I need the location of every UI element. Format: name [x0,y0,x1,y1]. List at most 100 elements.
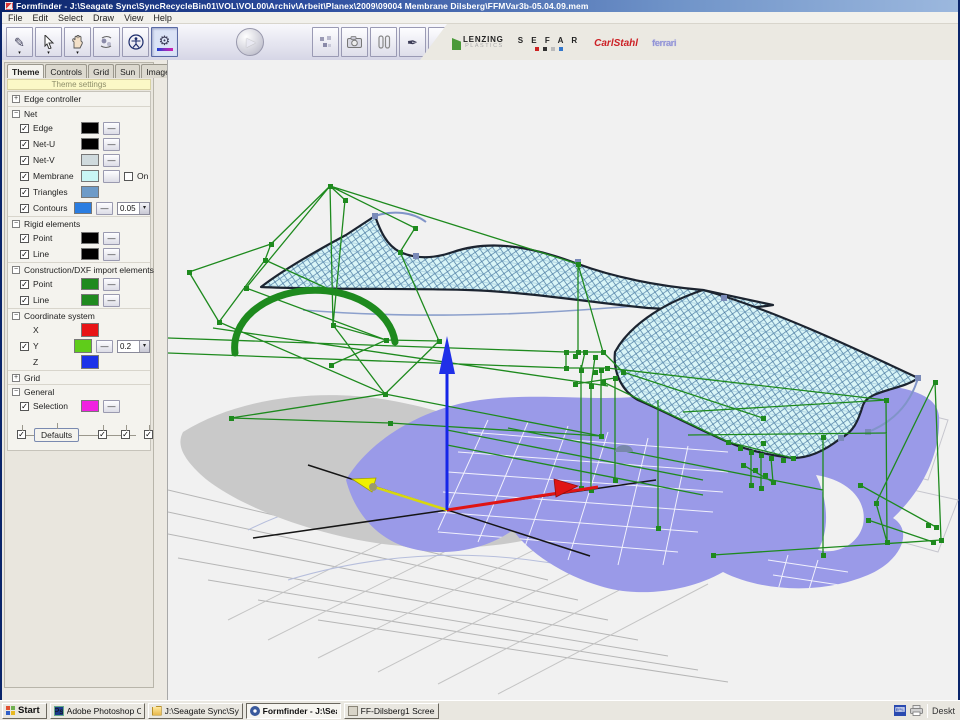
expand-icon[interactable]: + [12,95,20,103]
membrane-checkbox[interactable] [20,172,29,181]
apply-checkbox-3[interactable] [121,430,130,439]
collapse-icon[interactable]: − [12,312,20,320]
columns-tool-button[interactable] [370,27,397,57]
row-triangles: Triangles [8,184,150,200]
viewport-3d-scene[interactable] [168,60,960,700]
membrane-on-checkbox[interactable] [124,172,133,181]
axis-z-color-swatch[interactable] [81,355,99,369]
section-coordinate-system[interactable]: − Coordinate system [8,308,150,322]
viewport-3d[interactable] [167,60,958,700]
dxf-line-color-swatch[interactable] [81,294,99,306]
edge-color-swatch[interactable] [81,122,99,134]
titlebar[interactable]: Formfinder - J:\Seagate Sync\SyncRecycle… [2,0,958,12]
taskbar-item-explorer[interactable]: J:\Seagate Sync\SyncRe... [148,703,243,719]
rigid-line-style-button[interactable]: — [103,248,120,261]
membrane-color-swatch[interactable] [81,170,99,182]
apply-checkbox-1[interactable] [17,430,26,439]
tab-theme[interactable]: Theme [7,64,44,78]
defaults-button[interactable]: Defaults [34,428,79,442]
triangles-checkbox[interactable] [20,188,29,197]
net-v-checkbox[interactable] [20,156,29,165]
dxf-point-color-swatch[interactable] [81,278,99,290]
net-v-linestyle-button[interactable]: — [103,154,120,167]
section-grid[interactable]: + Grid [8,370,150,384]
edge-linestyle-button[interactable]: — [103,122,120,135]
contours-color-swatch[interactable] [74,202,92,214]
taskbar-item-photoshop[interactable]: Ps Adobe Photoshop CS3 E... [50,703,145,719]
section-net[interactable]: − Net [8,106,150,120]
axis-y-size-dropdown[interactable]: 0.2 ▾ [117,340,150,353]
keyboard-layout-icon[interactable]: ⌨ [894,705,906,716]
collapse-icon[interactable]: − [12,220,20,228]
axis-y-color-swatch[interactable] [74,339,92,353]
euro-icon: € [438,36,445,49]
section-construction-dxf[interactable]: − Construction/DXF import elements [8,262,150,276]
rigid-point-color-swatch[interactable] [81,232,99,244]
edge-checkbox[interactable] [20,124,29,133]
triangles-color-swatch[interactable] [81,186,99,198]
tab-sun[interactable]: Sun [115,64,140,78]
orbit-tool-button[interactable] [93,27,120,57]
collapse-icon[interactable]: − [12,388,20,396]
model-view-button[interactable] [122,27,149,57]
collapse-icon[interactable]: − [12,266,20,274]
taskbar-item-screenshot[interactable]: FF-Dilsberg1 Screenshot ... [344,703,439,719]
section-edge-controller[interactable]: + Edge controller [8,92,150,106]
row-edge: Edge — [8,120,150,136]
dxf-line-checkbox[interactable] [20,296,29,305]
menu-edit[interactable]: Edit [33,13,49,23]
selection-checkbox[interactable] [20,402,29,411]
desktop-toolbar-label[interactable]: Deskt [932,706,958,716]
menu-draw[interactable]: Draw [93,13,114,23]
membrane-style-button[interactable] [103,170,120,183]
row-dxf-point: Point — [8,276,150,292]
draw-tool-button[interactable]: ✎ ▾ [6,27,33,57]
contours-checkbox[interactable] [20,204,29,213]
axis-x-color-swatch[interactable] [81,323,99,337]
pan-tool-button[interactable]: ▾ [64,27,91,57]
row-net-u: Net-U — [8,136,150,152]
rigid-point-style-button[interactable]: — [103,232,120,245]
cost-calculation-button[interactable]: € [428,27,455,57]
select-tool-button[interactable]: ▾ [35,27,62,57]
snapshot-button[interactable] [341,27,368,57]
net-v-color-swatch[interactable] [81,154,99,166]
theme-settings-button[interactable]: ⚙ [151,27,178,57]
tab-grid[interactable]: Grid [88,64,114,78]
tab-controls[interactable]: Controls [45,64,87,78]
net-u-checkbox[interactable] [20,140,29,149]
rigid-point-checkbox[interactable] [20,234,29,243]
sefar-squares [518,47,580,51]
menu-file[interactable]: File [8,13,23,23]
menu-help[interactable]: Help [153,13,172,23]
start-button[interactable]: Start [2,703,47,719]
section-general[interactable]: − General [8,384,150,398]
apply-checkbox-4[interactable] [144,430,153,439]
menu-select[interactable]: Select [58,13,83,23]
points-tool-button[interactable] [312,27,339,57]
axis-y-checkbox[interactable] [20,342,29,351]
net-u-color-swatch[interactable] [81,138,99,150]
contours-linestyle-button[interactable]: — [96,202,113,215]
rigid-line-color-swatch[interactable] [81,248,99,260]
run-formfinding-button[interactable]: ▶ [236,28,264,56]
contours-interval-dropdown[interactable]: 0.05 ▾ [117,202,150,215]
row-axis-y: Y — 0.2 ▾ [8,338,150,354]
selection-color-swatch[interactable] [81,400,99,412]
menu-view[interactable]: View [124,13,143,23]
printer-icon[interactable] [910,705,923,716]
dxf-point-checkbox[interactable] [20,280,29,289]
lenzing-mark-icon [452,38,461,50]
expand-icon[interactable]: + [12,374,20,382]
apply-checkbox-2[interactable] [98,430,107,439]
dxf-line-style-button[interactable]: — [103,294,120,307]
sketch-tool-button[interactable]: ✒ [399,27,426,57]
dxf-point-style-button[interactable]: — [103,278,120,291]
axis-y-style-button[interactable]: — [96,340,113,353]
net-u-linestyle-button[interactable]: — [103,138,120,151]
collapse-icon[interactable]: − [12,110,20,118]
rigid-line-checkbox[interactable] [20,250,29,259]
selection-style-button[interactable]: — [103,400,120,413]
section-rigid-elements[interactable]: − Rigid elements [8,216,150,230]
taskbar-item-formfinder[interactable]: Formfinder - J:\Seaga... [246,703,341,719]
